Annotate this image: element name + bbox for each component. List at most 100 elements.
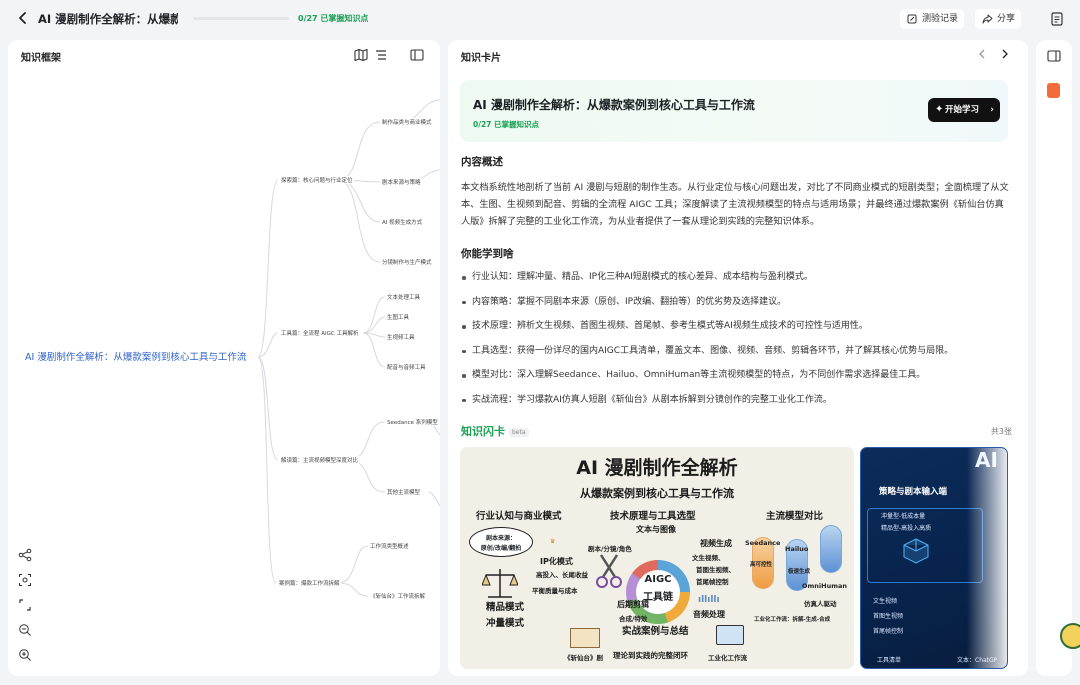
card-text: 首尾帧控制 [696, 578, 729, 586]
zoom-out-icon[interactable] [18, 623, 32, 637]
flashcards-title: 知识闪卡 [461, 425, 505, 438]
card-text: 文生视频 [873, 598, 898, 605]
cube-icon [903, 538, 929, 564]
flashcard-1[interactable]: AI 漫剧制作全解析 从爆款案例到核心工具与工作流 行业认知与商业模式 技术原理… [460, 447, 854, 669]
sparkle-icon: ✦ [935, 104, 944, 115]
crown-icon: ♛ [550, 538, 556, 545]
mindmap-node[interactable]: 探索篇：核心问题与行业定位 [280, 176, 354, 184]
card-label: 技术原理与工具选型 [610, 511, 696, 522]
mindmap-node[interactable]: 生视频工具 [386, 333, 416, 341]
list-item: 行业认知：理解冲量、精品、IP化三种AI短剧模式的核心差异、成本结构与盈利模式。 [461, 269, 1021, 294]
quiz-record-button[interactable]: 测验记录 [900, 9, 965, 29]
learn-list: 行业认知：理解冲量、精品、IP化三种AI短剧模式的核心差异、成本结构与盈利模式。… [461, 269, 1021, 416]
list-item: 工具选型：获得一份详尽的国内AIGC工具清单，覆盖文本、图像、视频、音频、剪辑各… [461, 343, 1021, 368]
mindmap-node[interactable]: 其他主流模型 [386, 488, 422, 496]
document-title: AI 漫剧制作全解析：从爆款… [38, 12, 178, 26]
back-arrow-icon[interactable] [14, 9, 32, 27]
monitor-icon [716, 625, 744, 645]
card-text: 《斩仙台》剧 [564, 654, 603, 662]
aigc-label: AIGC [644, 574, 672, 585]
mindmap-node[interactable]: 剧本来源与策略 [381, 178, 422, 186]
script-scroll-icon [570, 628, 600, 648]
knowledge-card-panel: 知识卡片 AI 漫剧制作全解析：从爆款案例到核心工具与工作流 0/27 已掌握知… [448, 40, 1028, 676]
card-text: 工业化工作流 [708, 654, 747, 662]
card-text: 合成/特效 [619, 615, 648, 623]
start-learning-label: 开始学习 [945, 105, 980, 115]
card-text: 文生视频、 [692, 554, 725, 562]
edit-icon [907, 14, 917, 24]
panel-title: 知识卡片 [461, 53, 501, 64]
mindmap-node[interactable]: 工具篇：全流程 AIGC 工具解析 [280, 329, 360, 337]
share-button[interactable]: 分享 [975, 9, 1022, 29]
prev-arrow-icon[interactable] [975, 47, 989, 61]
omnihuman-pill [820, 525, 842, 573]
card-label: 精品模式 [486, 602, 525, 613]
assistant-avatar[interactable] [1060, 623, 1080, 649]
card-text: 高可控性 [750, 562, 773, 568]
card-text: 精品型-高投入高质 [881, 525, 932, 532]
card-label: 策略与剧本输入端 [879, 487, 948, 497]
knowledge-framework-panel: 知识框架 AI 漫剧制作全解析：从爆款案例到核心工具与工作流 探索篇：核心问题与… [8, 40, 440, 676]
card-text: 首图生视频、 [696, 566, 735, 574]
card-text: 极速生成 [788, 569, 811, 575]
waveform-icon: ıllıllı [698, 595, 720, 605]
card-text: 理论到实践的完整闭环 [613, 651, 688, 660]
chevron-right-icon: › [990, 105, 994, 115]
mindmap-node[interactable]: AI 视频生成方式 [381, 218, 424, 226]
beta-badge: beta [509, 427, 529, 437]
sidebar-toggle-icon[interactable] [1046, 48, 1062, 64]
card-text: 高投入、长尾收益 [536, 571, 588, 579]
list-item: 内容策略：掌握不同剧本来源（原创、IP改编、翻拍等）的优劣势及选择建议。 [461, 294, 1021, 319]
pdf-file-icon[interactable] [1047, 83, 1060, 98]
right-toolbar [1036, 40, 1072, 676]
start-learning-button[interactable]: ✦ 开始学习 › [928, 98, 1000, 122]
progress-bar [193, 17, 289, 20]
card-label: 音频处理 [693, 610, 725, 619]
progress-text: 0/27 已掌握知识点 [298, 14, 369, 23]
card-text: 首尾帧控制 [873, 628, 904, 635]
notes-icon[interactable] [1047, 9, 1067, 29]
mindmap-node[interactable]: Seedance 系列模型 [386, 418, 439, 426]
mindmap-node[interactable]: 解读篇：主流视频模型深度对比 [280, 456, 360, 464]
list-item: 模型对比：深入理解Seedance、Hailuo、OmniHuman等主流视频模… [461, 367, 1021, 392]
card-text: OmniHuman [802, 582, 848, 590]
card-label: 冲量模式 [486, 618, 525, 629]
card-text: 首图生视频 [873, 613, 904, 620]
share-label: 分享 [997, 14, 1016, 24]
next-arrow-icon[interactable] [998, 47, 1012, 61]
layout-icon[interactable] [18, 548, 32, 562]
bubble-line: 原创/改编/翻拍 [480, 545, 522, 552]
card-text: 平衡质量与成本 [532, 587, 578, 595]
script-source-bubble: 剧本来源： 原创/改编/翻拍 [469, 527, 533, 557]
mindmap-node[interactable]: 案例篇：爆款工作流拆解 [278, 579, 341, 587]
mindmap-node[interactable]: 制作品类与商业模式 [381, 118, 433, 126]
fit-view-icon[interactable] [18, 598, 32, 612]
mindmap-node[interactable]: 文本处理工具 [386, 293, 422, 301]
card-text: 工具清单 [877, 657, 902, 664]
mindmap-node[interactable]: 配音与音频工具 [386, 363, 427, 371]
learn-heading: 你能学到啥 [461, 248, 514, 260]
overview-heading: 内容概述 [461, 156, 503, 168]
flashcards-count: 共3张 [990, 427, 1012, 436]
zoom-in-icon[interactable] [18, 648, 32, 662]
focus-icon[interactable] [18, 573, 32, 587]
card-label: IP化模式 [540, 557, 573, 566]
hero-banner: AI 漫剧制作全解析：从爆款案例到核心工具与工作流 0/27 已掌握知识点 ✦ … [460, 80, 1008, 142]
card-label: 实战案例与总结 [622, 626, 689, 637]
card-text: Hailuo [785, 545, 809, 553]
mindmap-node[interactable]: 工作流类型概述 [369, 542, 410, 550]
flashcard-2[interactable]: AI 策略与剧本输入端 冲量型-低成本量 精品型-高投入高质 文生视频 首图生视… [860, 447, 1008, 669]
top-bar: AI 漫剧制作全解析：从爆款… 0/27 已掌握知识点 测验记录 分享 [0, 0, 1080, 38]
scale-icon [482, 569, 518, 598]
card-text: 工业化工作流：拆解-生成-合成 [754, 617, 831, 623]
aigc-label: 工具链 [643, 592, 673, 603]
overview-text: 本文档系统性地剖析了当前 AI 漫剧与短剧的制作生态。从行业定位与核心问题出发，… [461, 182, 1009, 227]
mindmap-node[interactable]: 生图工具 [386, 313, 411, 321]
mindmap-node[interactable]: 《斩仙台》工作流拆解 [369, 592, 427, 600]
mindmap-root[interactable]: AI 漫剧制作全解析：从爆款案例到核心工具与工作流 [25, 349, 247, 363]
card-subtitle: 从爆款案例到核心工具与工作流 [580, 487, 734, 500]
bubble-line: 剧本来源： [485, 535, 516, 542]
card-text: Seedance [745, 539, 781, 547]
mindmap-node[interactable]: 分镜制作与生产模式 [381, 258, 433, 266]
card-label: 主流模型对比 [766, 511, 824, 522]
